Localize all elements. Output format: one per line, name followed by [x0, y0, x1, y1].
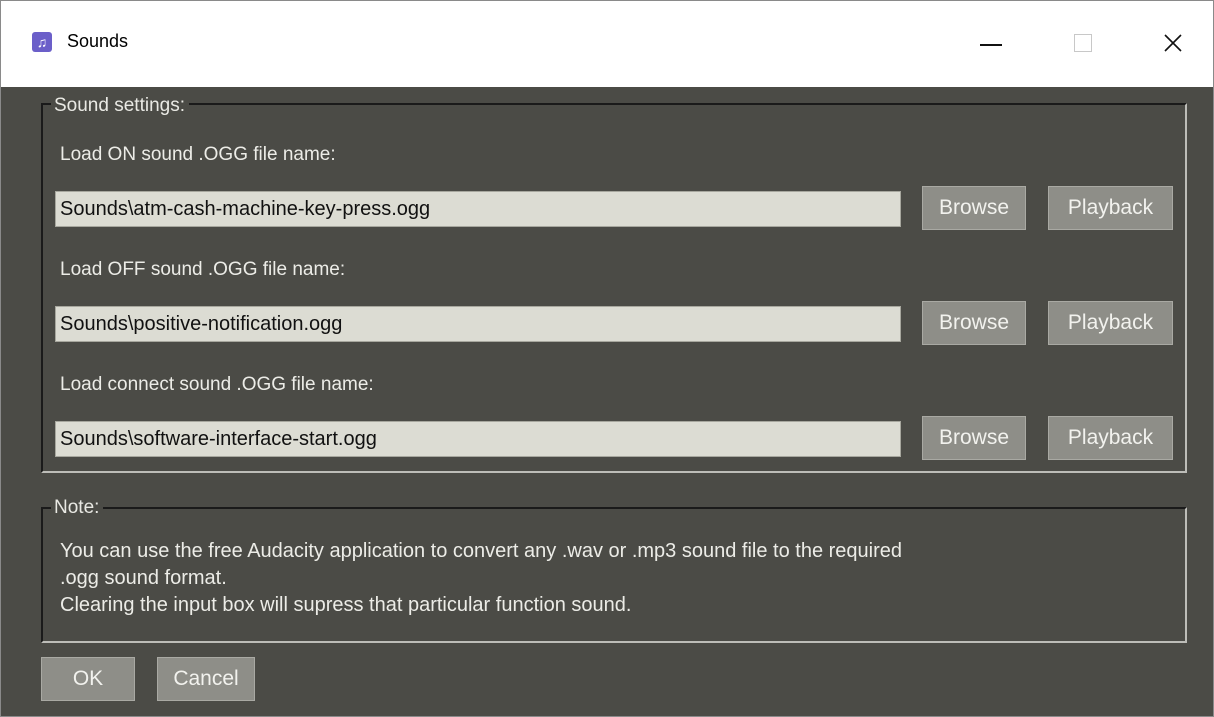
off-sound-browse-button[interactable]: Browse — [922, 301, 1026, 345]
off-sound-playback-button[interactable]: Playback — [1048, 301, 1173, 345]
sounds-dialog: ♫ Sounds Sound settings: Load ON sound .… — [0, 0, 1214, 717]
note-line-2: .ogg sound format. — [60, 567, 227, 589]
close-button[interactable] — [1143, 19, 1203, 67]
note-line-1: You can use the free Audacity applicatio… — [60, 540, 903, 562]
music-note-icon: ♫ — [32, 32, 52, 52]
minimize-button[interactable] — [961, 19, 1021, 67]
cancel-button[interactable]: Cancel — [157, 657, 255, 701]
off-sound-input[interactable]: Sounds\positive-notification.ogg — [55, 306, 901, 342]
note-legend: Note: — [51, 497, 104, 519]
sound-settings-legend: Sound settings: — [51, 95, 189, 117]
maximize-icon — [1074, 34, 1092, 52]
close-icon — [1164, 34, 1182, 52]
on-sound-input[interactable]: Sounds\atm-cash-machine-key-press.ogg — [55, 191, 901, 227]
on-sound-playback-button[interactable]: Playback — [1048, 186, 1173, 230]
note-line-3: Clearing the input box will supress that… — [60, 594, 632, 616]
off-sound-label: Load OFF sound .OGG file name: — [60, 259, 346, 280]
ok-button[interactable]: OK — [41, 657, 135, 701]
on-sound-browse-button[interactable]: Browse — [922, 186, 1026, 230]
maximize-button[interactable] — [1053, 19, 1113, 67]
title-bar[interactable]: ♫ Sounds — [1, 1, 1213, 87]
connect-sound-input[interactable]: Sounds\software-interface-start.ogg — [55, 421, 901, 457]
connect-sound-label: Load connect sound .OGG file name: — [60, 374, 374, 395]
connect-sound-browse-button[interactable]: Browse — [922, 416, 1026, 460]
window-title: Sounds — [67, 31, 129, 51]
connect-sound-playback-button[interactable]: Playback — [1048, 416, 1173, 460]
minimize-icon — [980, 44, 1002, 46]
on-sound-label: Load ON sound .OGG file name: — [60, 144, 336, 165]
dialog-body: Sound settings: Load ON sound .OGG file … — [1, 87, 1213, 716]
